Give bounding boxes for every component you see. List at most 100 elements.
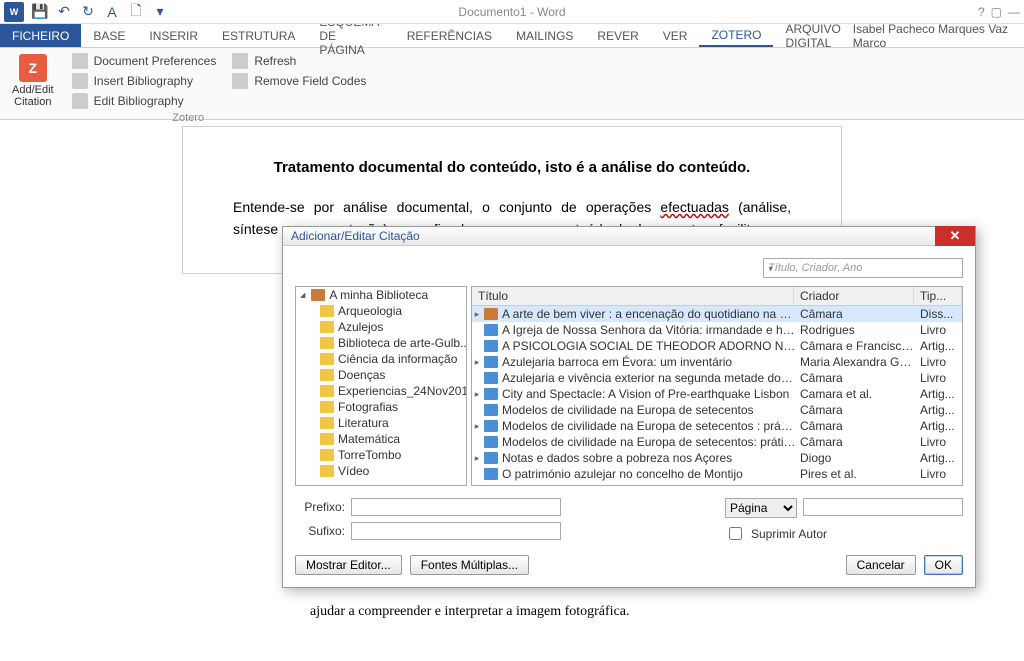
- tree-item[interactable]: Doenças: [296, 367, 466, 383]
- item-icon: [484, 372, 498, 384]
- document-preferences-button[interactable]: Document Preferences: [70, 52, 219, 70]
- tab-esquema-de-página[interactable]: ESQUEMA DE PÁGINA: [307, 24, 394, 47]
- item-icon: [484, 308, 498, 320]
- folder-icon: [320, 369, 334, 381]
- list-row[interactable]: O património azulejar no concelho de Mon…: [472, 466, 962, 482]
- rfc-icon: [232, 73, 248, 89]
- row-creator: Rodrigues: [800, 323, 920, 337]
- expand-icon[interactable]: ▸: [472, 453, 482, 464]
- tab-zotero[interactable]: ZOTERO: [699, 24, 773, 47]
- tab-ver[interactable]: VER: [651, 24, 700, 47]
- library-tree[interactable]: A minha Biblioteca ArqueologiaAzulejosBi…: [295, 286, 467, 486]
- tree-root[interactable]: A minha Biblioteca: [296, 287, 466, 303]
- folder-icon: [320, 385, 334, 397]
- tree-item[interactable]: Ciência da informação: [296, 351, 466, 367]
- search-input[interactable]: Título, Criador, Ano: [763, 258, 963, 278]
- minimize-icon[interactable]: —: [1008, 5, 1020, 19]
- dialog-titlebar[interactable]: Adicionar/Editar Citação ✕: [283, 227, 975, 246]
- tree-item[interactable]: Fotografias: [296, 399, 466, 415]
- show-editor-button[interactable]: Mostrar Editor...: [295, 555, 402, 575]
- folder-icon: [320, 401, 334, 413]
- ok-button[interactable]: OK: [924, 555, 963, 575]
- tree-item[interactable]: Vídeo: [296, 463, 466, 479]
- list-row[interactable]: ▸Modelos de civilidade na Europa de sete…: [472, 418, 962, 434]
- list-row[interactable]: A PSICOLOGIA SOCIAL DE THEODOR ADORNO NA…: [472, 338, 962, 354]
- save-icon[interactable]: 💾: [32, 4, 48, 20]
- touch-mode-icon[interactable]: A: [104, 4, 120, 20]
- prefix-input[interactable]: [351, 498, 561, 516]
- list-row[interactable]: ▸ Notas e dados sobre a pobreza nos Açore…: [472, 450, 962, 466]
- list-row[interactable]: ▸A arte de bem viver : a encenação do qu…: [472, 306, 962, 322]
- list-row[interactable]: A Igreja de Nossa Senhora da Vitória: ir…: [472, 322, 962, 338]
- row-creator: Maria Alexandra Gago ...: [800, 355, 920, 369]
- tree-item[interactable]: Experiencias_24Nov2016: [296, 383, 466, 399]
- tab-estrutura[interactable]: ESTRUTURA: [210, 24, 307, 47]
- prefix-label: Prefixo:: [295, 500, 345, 514]
- expand-icon[interactable]: ▸: [472, 357, 482, 368]
- tab-inserir[interactable]: INSERIR: [137, 24, 210, 47]
- refresh-button[interactable]: Refresh: [230, 52, 368, 70]
- col-creator[interactable]: Criador: [794, 287, 914, 305]
- citation-list[interactable]: Título Criador Tip... ▸A arte de bem viv…: [471, 286, 963, 486]
- suppress-author-checkbox[interactable]: Suprimir Autor: [725, 524, 963, 543]
- help-icon[interactable]: ?: [978, 5, 985, 19]
- tree-item[interactable]: Biblioteca de arte-Gulb...: [296, 335, 466, 351]
- list-row[interactable]: Modelos de civilidade na Europa de setec…: [472, 434, 962, 450]
- suppress-checkbox[interactable]: [729, 527, 742, 540]
- tree-item[interactable]: Arqueologia: [296, 303, 466, 319]
- expand-icon[interactable]: ▸: [472, 389, 482, 400]
- locator-select[interactable]: Página: [725, 498, 797, 518]
- citation-dialog: Adicionar/Editar Citação ✕ Título, Criad…: [282, 226, 976, 588]
- edit-bibliography-button[interactable]: Edit Bibliography: [70, 92, 219, 110]
- cancel-button[interactable]: Cancelar: [846, 555, 916, 575]
- tab-file[interactable]: FICHEIRO: [0, 24, 81, 47]
- tab-rever[interactable]: REVER: [585, 24, 650, 47]
- dialog-title-text: Adicionar/Editar Citação: [291, 229, 420, 243]
- list-row[interactable]: ▸Azulejaria barroca em Évora: um inventá…: [472, 354, 962, 370]
- folder-icon: [320, 417, 334, 429]
- library-icon: [311, 289, 325, 301]
- row-creator: Câmara: [800, 371, 920, 385]
- user-name: Isabel Pacheco Marques Vaz Marco: [853, 24, 1024, 47]
- tree-item[interactable]: Matemática: [296, 431, 466, 447]
- remove-field-codes-button[interactable]: Remove Field Codes: [230, 72, 368, 90]
- tab-mailings[interactable]: MAILINGS: [504, 24, 585, 47]
- add-edit-citation-button[interactable]: Z Add/Edit Citation: [8, 52, 58, 110]
- folder-icon: [320, 353, 334, 365]
- close-button[interactable]: ✕: [935, 226, 975, 246]
- ribbon-group-zotero: Z Add/Edit Citation Document Preferences…: [8, 52, 368, 115]
- suffix-input[interactable]: [351, 522, 561, 540]
- row-type: Livro: [920, 355, 962, 369]
- tab-arquivo-digital[interactable]: ARQUIVO DIGITAL: [773, 24, 852, 47]
- word-icon: W: [4, 2, 24, 22]
- tree-item[interactable]: Azulejos: [296, 319, 466, 335]
- row-type: Artig...: [920, 419, 962, 433]
- expand-icon[interactable]: ▸: [472, 309, 482, 320]
- tab-base[interactable]: BASE: [81, 24, 137, 47]
- locator-input[interactable]: [803, 498, 963, 516]
- multiple-sources-button[interactable]: Fontes Múltiplas...: [410, 555, 529, 575]
- undo-icon[interactable]: ↶: [56, 4, 72, 20]
- row-title: City and Spectacle: A Vision of Pre-eart…: [502, 387, 800, 401]
- row-title: A PSICOLOGIA SOCIAL DE THEODOR ADORNO NA…: [502, 339, 800, 353]
- list-header[interactable]: Título Criador Tip...: [472, 287, 962, 306]
- col-type[interactable]: Tip...: [914, 287, 962, 305]
- list-row[interactable]: Azulejaria e vivência exterior na segund…: [472, 370, 962, 386]
- tree-item[interactable]: TorreTombo: [296, 447, 466, 463]
- tree-item[interactable]: Literatura: [296, 415, 466, 431]
- qat-more-icon[interactable]: ▾: [152, 4, 168, 20]
- new-doc-icon[interactable]: 🗋: [128, 4, 144, 20]
- tab-referências[interactable]: REFERÊNCIAS: [395, 24, 504, 47]
- insert-bibliography-button[interactable]: Insert Bibliography: [70, 72, 219, 90]
- row-creator: Câmara: [800, 403, 920, 417]
- ribbon-opts-icon[interactable]: ▢: [991, 5, 1002, 19]
- col-title[interactable]: Título: [472, 287, 794, 305]
- row-title: Notas e dados sobre a pobreza nos Açores: [502, 451, 800, 465]
- expand-icon[interactable]: ▸: [472, 421, 482, 432]
- folder-icon: [320, 305, 334, 317]
- list-row[interactable]: Modelos de civilidade na Europa de setec…: [472, 402, 962, 418]
- list-row[interactable]: ▸ City and Spectacle: A Vision of Pre-ear…: [472, 386, 962, 402]
- row-type: Diss...: [920, 307, 962, 321]
- spell-error[interactable]: efectuadas: [660, 199, 729, 215]
- redo-icon[interactable]: ↻: [80, 4, 96, 20]
